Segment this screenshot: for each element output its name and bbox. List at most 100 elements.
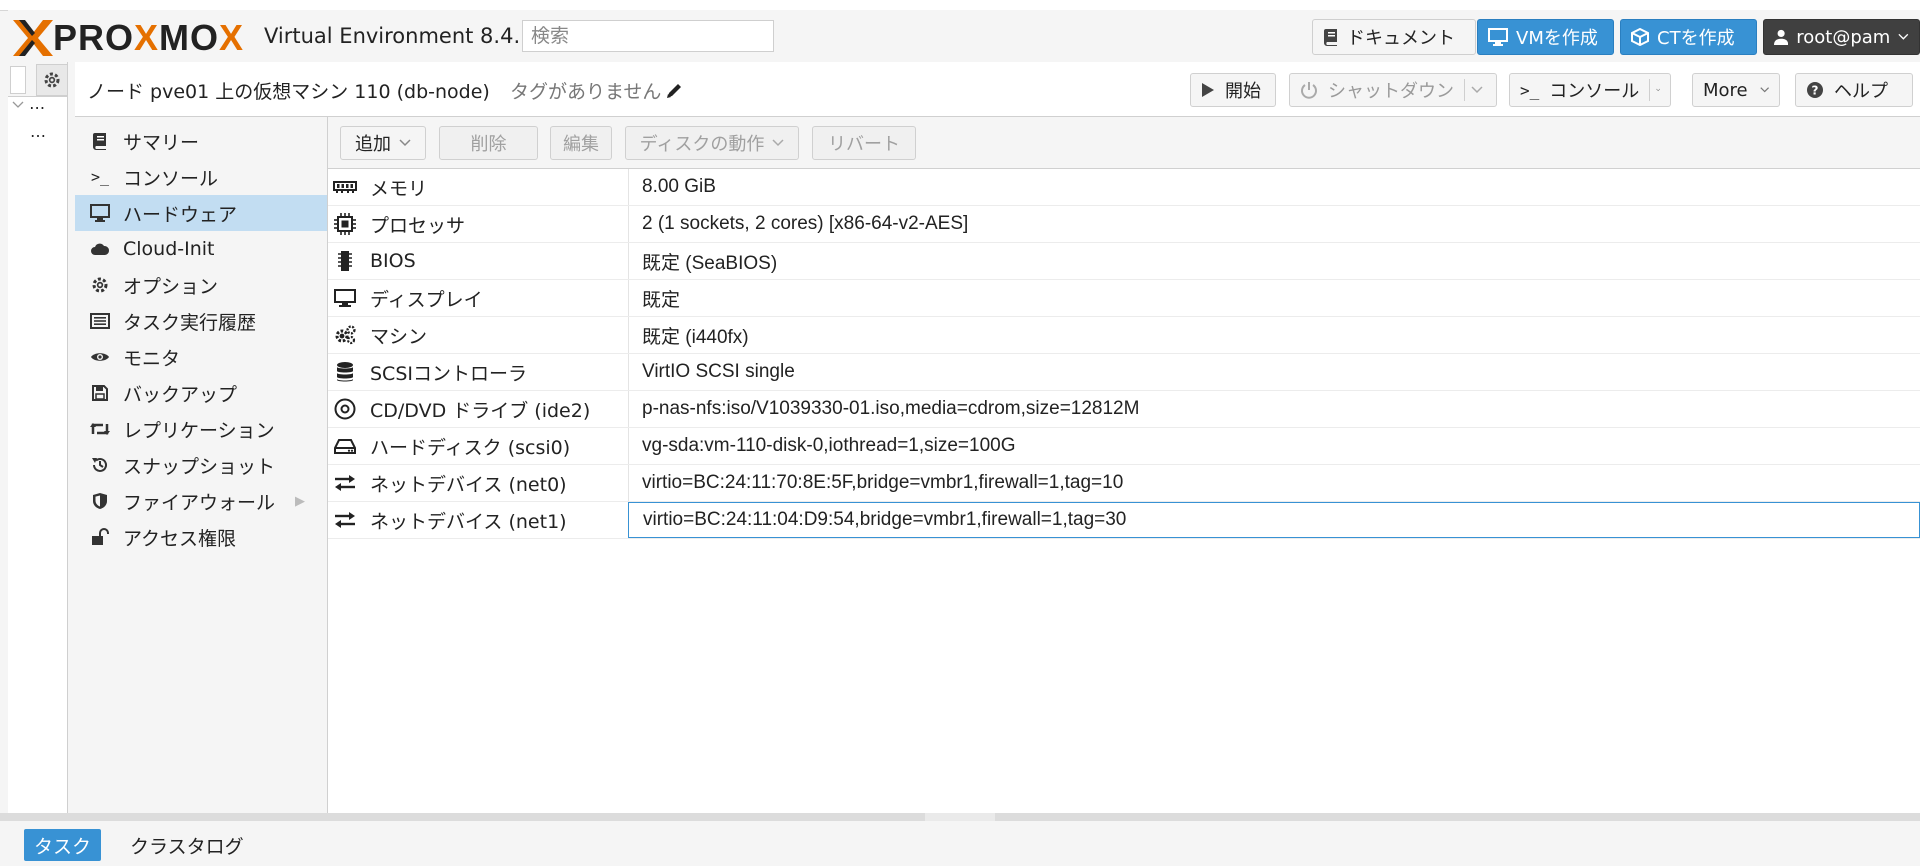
hardware-value: p-nas-nfs:iso/V1039330-01.iso,media=cdro…	[642, 398, 1140, 419]
create-vm-button[interactable]: VMを作成	[1477, 19, 1614, 55]
submenu-item-options[interactable]: オプション	[75, 267, 327, 303]
documentation-label: ドキュメント	[1347, 28, 1455, 49]
splitter-handle[interactable]	[925, 813, 995, 821]
tags-label: タグがありません	[510, 81, 662, 103]
chevron-down-icon	[12, 101, 24, 108]
submenu-item-permissions[interactable]: アクセス権限	[75, 519, 327, 555]
submenu-item-backup[interactable]: バックアップ	[75, 375, 327, 411]
more-button[interactable]: More	[1692, 73, 1780, 107]
view-selector[interactable]	[10, 66, 26, 94]
user-icon	[1774, 29, 1789, 46]
microchip-icon	[332, 249, 358, 273]
hardware-name: ディスプレイ	[370, 288, 483, 311]
hardware-value: VirtIO SCSI single	[642, 361, 795, 382]
submenu-item-snapshots[interactable]: スナップショット	[75, 447, 327, 483]
tree-node-datacenter[interactable]: …	[12, 94, 45, 113]
chevron-down-icon	[399, 139, 411, 147]
app-header: PROXMOX Virtual Environment 8.4.16 検索 ドキ…	[8, 10, 1920, 62]
submenu-label: ファイアウォール	[123, 491, 276, 514]
history-icon	[89, 454, 111, 476]
chevron-down-icon[interactable]	[1655, 86, 1660, 94]
database-icon	[332, 360, 358, 384]
hardware-name: メモリ	[370, 177, 428, 200]
create-ct-button[interactable]: CTを作成	[1620, 19, 1757, 55]
start-button[interactable]: 開始	[1190, 73, 1276, 107]
retweet-icon	[89, 418, 111, 440]
table-row[interactable]: ハードディスク (scsi0) vg-sda:vm-110-disk-0,iot…	[328, 428, 1920, 465]
hardware-name: プロセッサ	[370, 214, 466, 237]
console-label: コンソール	[1549, 81, 1640, 102]
create-vm-label: VMを作成	[1516, 28, 1598, 49]
hardware-name: マシン	[370, 325, 428, 348]
help-button[interactable]: ? ヘルプ	[1795, 73, 1913, 107]
question-circle-icon: ?	[1807, 82, 1823, 98]
proxmox-logo[interactable]: PROXMOX	[11, 16, 244, 60]
tab-tasks[interactable]: タスク	[24, 829, 102, 861]
hardware-name: BIOS	[370, 250, 416, 272]
user-label: root@pam	[1796, 26, 1891, 48]
table-row[interactable]: メモリ 8.00 GiB	[328, 169, 1920, 206]
chevron-down-icon	[1898, 33, 1909, 40]
table-row-selected[interactable]: ネットデバイス (net1) virtio=BC:24:11:04:D9:54,…	[328, 502, 1920, 539]
memory-chip-icon	[332, 175, 358, 199]
table-row[interactable]: SCSIコントローラ VirtIO SCSI single	[328, 354, 1920, 391]
submenu-item-console[interactable]: >_ コンソール	[75, 159, 327, 195]
submenu-item-cloud-init[interactable]: Cloud-Init	[75, 231, 327, 267]
tree-node-child[interactable]: …	[30, 122, 46, 141]
page-title: ノード pve01 上の仮想マシン 110 (db-node)	[87, 81, 490, 103]
table-row[interactable]: ネットデバイス (net0) virtio=BC:24:11:70:8E:5F,…	[328, 465, 1920, 502]
optical-disc-icon	[332, 397, 358, 421]
revert-label: リバート	[828, 134, 900, 155]
table-row[interactable]: マシン 既定 (i440fx)	[328, 317, 1920, 354]
split-divider	[1464, 79, 1465, 101]
submenu-item-hardware[interactable]: ハードウェア	[75, 195, 327, 231]
proxmox-x-logo-icon	[13, 20, 53, 56]
log-panel-tabs: タスク クラスタログ	[8, 821, 1920, 866]
gear-icon	[89, 274, 111, 296]
chevron-down-icon[interactable]	[1471, 86, 1483, 94]
hardware-value: 既定 (i440fx)	[642, 326, 749, 348]
add-button[interactable]: 追加	[340, 126, 426, 160]
submenu-label: コンソール	[123, 167, 219, 190]
submenu-item-monitor[interactable]: モニタ	[75, 339, 327, 375]
hardware-toolbar: 追加 削除 編集 ディスクの動作 リバート	[328, 117, 1920, 169]
submenu-item-replication[interactable]: レプリケーション	[75, 411, 327, 447]
user-menu-button[interactable]: root@pam	[1763, 19, 1920, 55]
tree-settings-button[interactable]	[36, 64, 68, 96]
tags-area[interactable]: タグがありません	[510, 77, 683, 104]
monitor-icon	[332, 286, 358, 310]
pencil-icon[interactable]	[665, 82, 683, 100]
book-icon	[89, 130, 111, 152]
submenu-item-firewall[interactable]: ファイアウォール ▶	[75, 483, 327, 519]
svg-text:?: ?	[1812, 84, 1819, 98]
hardware-name: ネットデバイス (net1)	[370, 510, 567, 533]
tab-cluster-log[interactable]: クラスタログ	[120, 829, 254, 861]
revert-button[interactable]: リバート	[812, 126, 916, 160]
search-input[interactable]: 検索	[522, 20, 774, 52]
shutdown-button[interactable]: シャットダウン	[1289, 73, 1497, 107]
hdd-icon	[332, 434, 358, 458]
cloud-icon	[89, 238, 111, 260]
table-row[interactable]: プロセッサ 2 (1 sockets, 2 cores) [x86-64-v2-…	[328, 206, 1920, 243]
console-button[interactable]: >_ コンソール	[1509, 73, 1671, 107]
table-row[interactable]: CD/DVD ドライブ (ide2) p-nas-nfs:iso/V103933…	[328, 391, 1920, 428]
floppy-icon	[89, 382, 111, 404]
resource-tree-panel: … …	[8, 62, 68, 813]
submenu-item-summary[interactable]: サマリー	[75, 123, 327, 159]
eye-icon	[89, 346, 111, 368]
terminal-icon: >_	[1520, 80, 1540, 100]
shield-icon	[89, 490, 111, 512]
hardware-grid: メモリ 8.00 GiB プロセッサ 2 (1 sockets, 2 cores…	[328, 169, 1920, 539]
table-row[interactable]: ディスプレイ 既定	[328, 280, 1920, 317]
expand-arrow-icon[interactable]: ▶	[295, 494, 305, 509]
documentation-button[interactable]: ドキュメント	[1312, 19, 1476, 55]
remove-button[interactable]: 削除	[439, 126, 538, 160]
exchange-icon	[332, 508, 358, 532]
disk-action-button[interactable]: ディスクの動作	[625, 126, 799, 160]
submenu-item-task-history[interactable]: タスク実行履歴	[75, 303, 327, 339]
table-row[interactable]: BIOS 既定 (SeaBIOS)	[328, 243, 1920, 280]
submenu-label: モニタ	[123, 347, 181, 370]
hardware-value: 既定 (SeaBIOS)	[642, 252, 778, 274]
cogs-icon	[332, 323, 358, 347]
edit-button[interactable]: 編集	[550, 126, 612, 160]
